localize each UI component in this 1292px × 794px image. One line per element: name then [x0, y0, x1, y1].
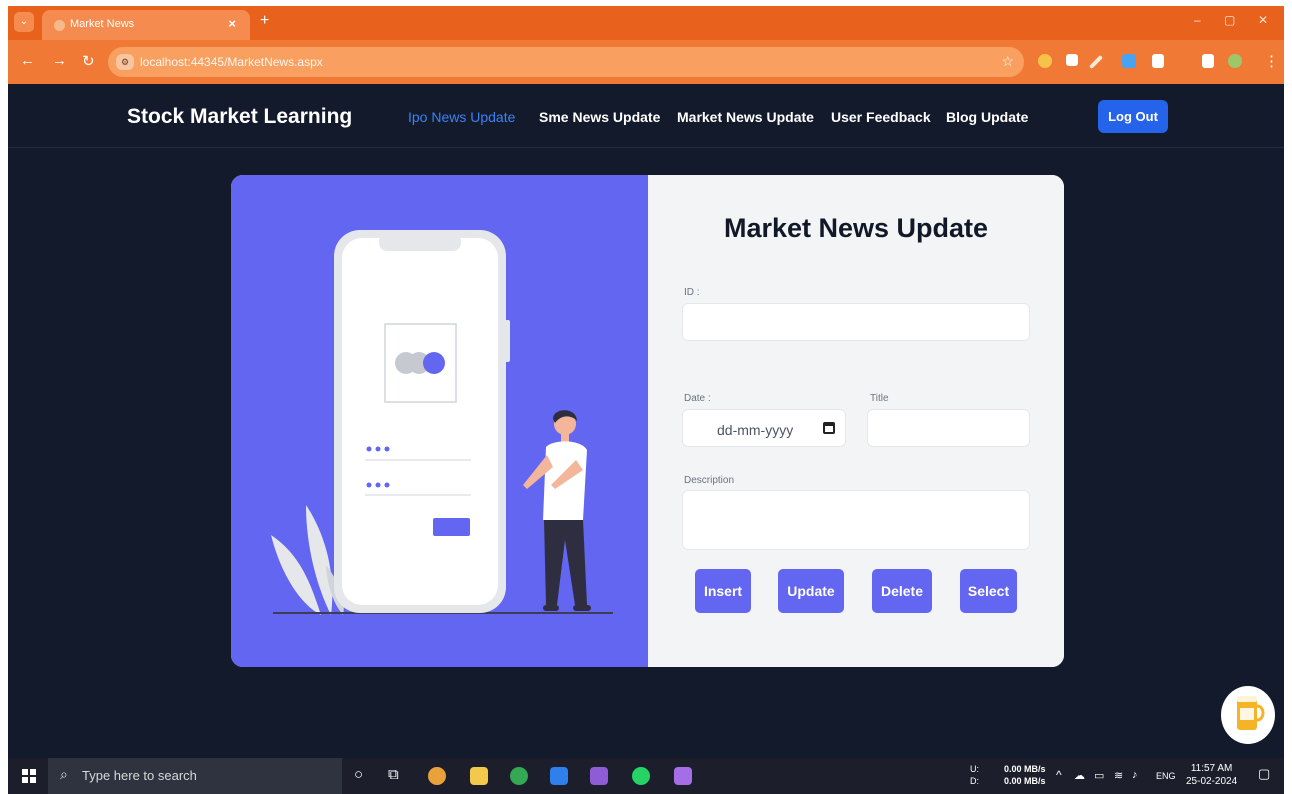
buy-me-a-beer-button[interactable] — [1221, 686, 1275, 744]
date-input[interactable]: dd-mm-yyyy — [682, 409, 846, 447]
extension-cast-icon[interactable] — [1066, 54, 1078, 66]
clock-time: 11:57 AM — [1190, 763, 1233, 774]
side-panel-icon[interactable] — [1202, 54, 1214, 68]
upload-speed: 0.00 MB/s — [1004, 764, 1046, 774]
market-news-form: Market News Update ID : Date : dd-mm-yyy… — [648, 175, 1064, 667]
forward-arrow-icon[interactable]: → — [52, 52, 67, 69]
download-speed: 0.00 MB/s — [1004, 776, 1046, 786]
chrome-icon[interactable] — [510, 767, 528, 785]
task-view-icon[interactable]: ⧉ — [388, 766, 399, 783]
address-bar[interactable]: ⚙ localhost:44345/MarketNews.aspx ☆ — [108, 47, 1024, 77]
site-navbar: Stock Market Learning Ipo News Update Sm… — [8, 84, 1284, 148]
logout-button[interactable]: Log Out — [1098, 100, 1168, 133]
search-icon: ⌕ — [60, 766, 68, 782]
tab-close-button[interactable]: × — [228, 16, 236, 31]
id-label: ID : — [684, 287, 700, 298]
visual-studio-preview-icon[interactable] — [674, 767, 692, 785]
download-label: D: — [970, 776, 979, 786]
tray-cloud-icon[interactable]: ☁ — [1074, 769, 1085, 782]
windows-start-icon[interactable] — [22, 769, 36, 783]
reload-icon[interactable]: ↻ — [82, 52, 95, 70]
clock-date: 25-02-2024 — [1186, 776, 1238, 787]
tab-search-button[interactable]: ⌄ — [14, 12, 34, 32]
profile-avatar[interactable] — [1228, 54, 1242, 68]
site-brand[interactable]: Stock Market Learning — [127, 105, 352, 129]
site-info-icon[interactable]: ⚙ — [116, 54, 134, 70]
date-placeholder: dd-mm-yyyy — [717, 422, 794, 438]
extension-blue-icon[interactable] — [1122, 54, 1136, 68]
windows-taskbar: ⌕ Type here to search ○ ⧉ U: D: 0.00 MB/… — [8, 758, 1284, 794]
phone-person-illustration — [271, 230, 613, 615]
browser-tab[interactable]: Market News × — [42, 10, 250, 40]
nav-link-ipo-news[interactable]: Ipo News Update — [408, 109, 515, 125]
tab-title: Market News — [70, 18, 135, 30]
language-indicator[interactable]: ENG — [1156, 770, 1176, 782]
new-tab-button[interactable]: + — [260, 12, 269, 30]
nav-link-market-news[interactable]: Market News Update — [677, 109, 814, 125]
form-card: Market News Update ID : Date : dd-mm-yyy… — [231, 175, 1064, 667]
description-label: Description — [684, 475, 735, 486]
nav-link-user-feedback[interactable]: User Feedback — [831, 109, 931, 125]
network-speed-values: 0.00 MB/s 0.00 MB/s — [1004, 763, 1046, 787]
web-page: Stock Market Learning Ipo News Update Sm… — [8, 84, 1284, 758]
close-window-button[interactable]: ✕ — [1258, 13, 1268, 27]
wifi-icon[interactable]: ≋ — [1114, 769, 1123, 782]
browser-menu-icon[interactable]: ⋮ — [1264, 52, 1279, 70]
select-button[interactable]: Select — [960, 569, 1017, 613]
vscode-icon[interactable] — [550, 767, 568, 785]
visual-studio-icon[interactable] — [590, 767, 608, 785]
update-button[interactable]: Update — [778, 569, 844, 613]
whatsapp-icon[interactable] — [632, 767, 650, 785]
extension-pen-icon[interactable] — [1088, 54, 1104, 70]
description-input[interactable] — [682, 490, 1030, 550]
tray-chevron-up-icon[interactable]: ^ — [1056, 768, 1062, 782]
delete-button[interactable]: Delete — [872, 569, 932, 613]
upload-label: U: — [970, 764, 979, 774]
calendar-icon[interactable] — [823, 422, 835, 434]
cortana-icon[interactable]: ○ — [354, 766, 363, 783]
notification-center-icon[interactable]: ▢ — [1258, 766, 1270, 782]
browser-toolbar: ← → ↻ ⚙ localhost:44345/MarketNews.aspx … — [8, 40, 1284, 84]
form-title: Market News Update — [723, 213, 989, 243]
title-input[interactable] — [867, 409, 1030, 447]
maximize-button[interactable]: ▢ — [1224, 13, 1235, 27]
nav-link-blog-update[interactable]: Blog Update — [946, 109, 1028, 125]
extension-sun-icon[interactable] — [1038, 54, 1052, 68]
bookmark-star-icon[interactable]: ☆ — [1001, 53, 1014, 70]
extensions-puzzle-icon[interactable] — [1152, 54, 1164, 68]
insert-button[interactable]: Insert — [695, 569, 751, 613]
back-arrow-icon[interactable]: ← — [20, 52, 35, 69]
title-label: Title — [870, 393, 889, 404]
taskbar-search-placeholder: Type here to search — [82, 768, 197, 783]
chrome-orange-icon[interactable] — [428, 767, 446, 785]
beer-mug-icon — [1237, 696, 1265, 730]
nav-link-sme-news[interactable]: Sme News Update — [539, 109, 660, 125]
network-speed-labels: U: D: — [970, 763, 979, 787]
date-label: Date : — [684, 393, 711, 404]
volume-icon[interactable]: ♪ — [1132, 769, 1138, 781]
browser-tab-bar: ⌄ Market News × + – ▢ ✕ — [8, 6, 1284, 40]
login-illustration — [231, 175, 648, 667]
file-explorer-icon[interactable] — [470, 767, 488, 785]
taskbar-search-box[interactable]: ⌕ Type here to search — [48, 758, 342, 794]
minimize-button[interactable]: – — [1194, 13, 1201, 27]
battery-icon[interactable]: ▭ — [1094, 769, 1104, 782]
tab-favicon-icon — [54, 20, 65, 31]
id-input[interactable] — [682, 303, 1030, 341]
url-text: localhost:44345/MarketNews.aspx — [140, 55, 323, 69]
system-clock[interactable]: 11:57 AM 25-02-2024 — [1186, 762, 1237, 788]
